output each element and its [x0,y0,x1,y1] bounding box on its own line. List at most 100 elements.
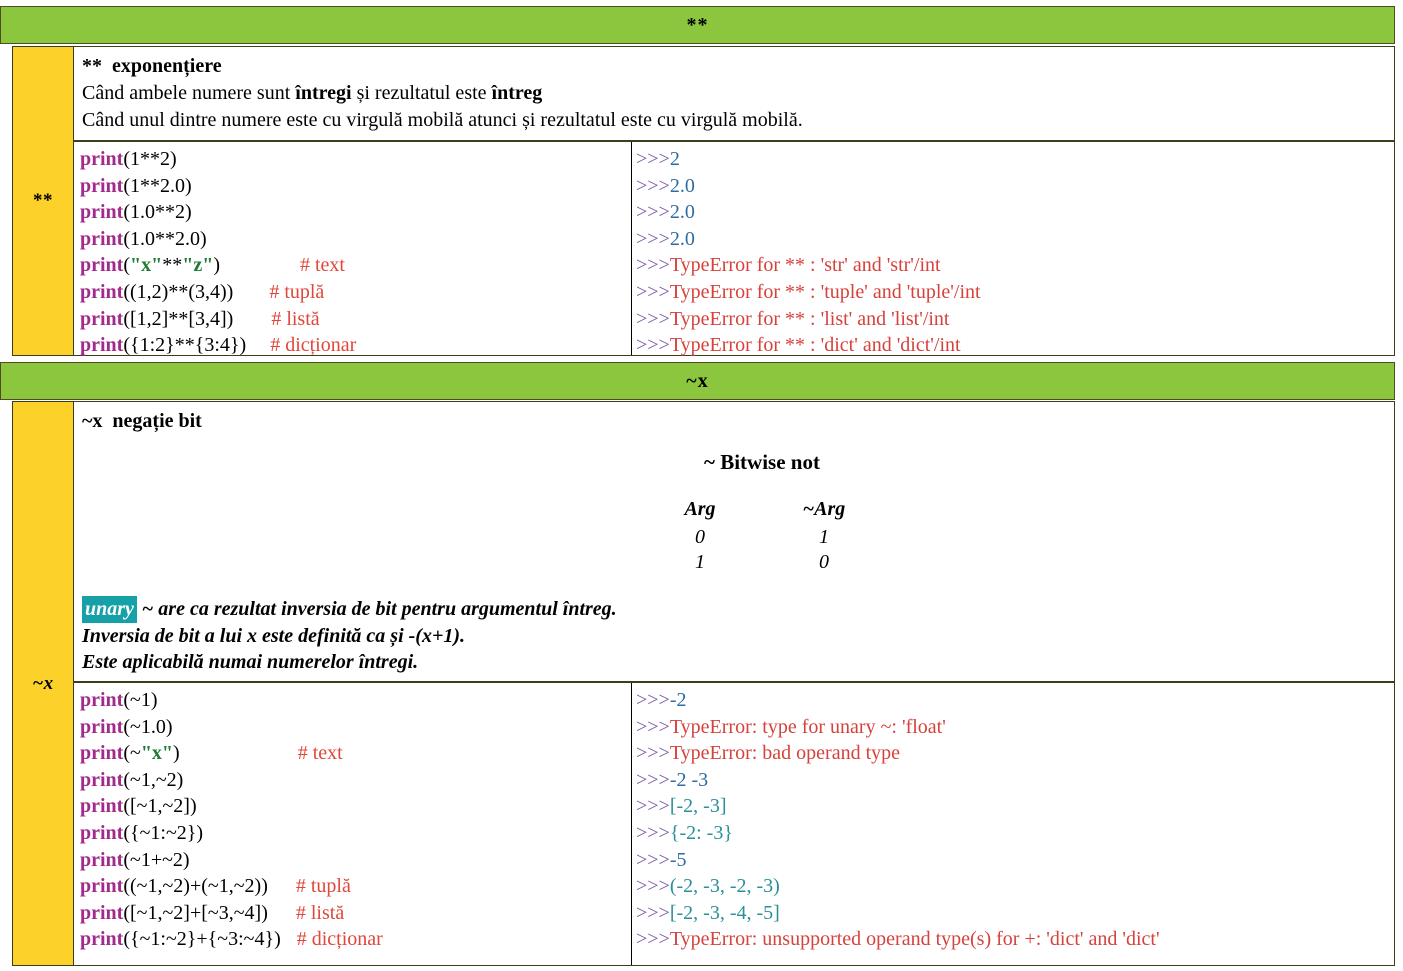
output-value: -2 -3 [669,768,709,791]
output-value: TypeError for ** : 'str' and 'str'/int [669,254,941,277]
truth-table-wrap: ~ Bitwise not Arg ~Arg 0 1 1 0 [74,450,1394,575]
output-line: >>>TypeError for ** : 'str' and 'str'/in… [636,252,1394,279]
code-line: print({~1:~2}+{~3:~4}) # dicționar [80,928,383,951]
prompt: >>> [636,148,670,170]
code-output-table-bitwise-not: print(~1) print(~1.0) print(~"x") # text … [73,682,1395,966]
output-value: 2.0 [669,201,695,224]
description-text-exponent: ** exponențiere Când ambele numere sunt … [74,47,1394,137]
code-line: print(~1+~2) [80,848,190,871]
output-value: TypeError: unsupported operand type(s) f… [669,928,1160,951]
output-line: >>>TypeError: bad operand type [636,740,1394,767]
output-value: TypeError for ** : 'list' and 'list'/int [669,307,950,330]
note-text: ~ are ca rezultat inversia de bit pentru… [141,598,617,621]
output-line: >>>-2 -3 [636,767,1394,794]
output-line: >>>-2 [636,687,1394,714]
prompt: >>> [636,280,670,303]
code-line: print(~1) [80,689,158,711]
output-line: >>>[-2, -3] [636,793,1394,820]
output-value: TypeError: bad operand type [669,742,901,765]
output-column-exponent: >>>2 >>>2.0 >>>2.0 >>>2.0 >>>TypeError f… [632,142,1394,356]
code-line: print(1.0**2.0) [80,227,207,250]
output-line: >>>-5 [636,847,1394,874]
code-comment: # listă [295,901,345,924]
output-line: >>>{-2: -3} [636,820,1394,847]
code-line: print(~1,~2) [80,768,184,791]
output-line: >>>2.0 [636,226,1394,253]
prompt: >>> [636,307,670,330]
prompt: >>> [636,334,670,357]
table-header-not-arg: ~Arg [802,498,846,520]
output-value: [-2, -3] [669,795,727,818]
table-row: 0 1 [638,525,886,550]
operator-rail-label: ~x [32,672,54,694]
output-value: TypeError: type for unary ~: 'float' [669,715,946,738]
code-comment: # tuplă [269,280,325,303]
output-line: >>>2 [636,146,1394,173]
operator-rail-bitwise-not: ~x [12,401,74,966]
section-band-label: ** [686,14,709,36]
truth-table-title: ~ Bitwise not [704,450,820,474]
operator-rail-label: ** [33,190,53,211]
code-line: print(~1.0) [80,715,173,738]
prompt: >>> [636,768,670,791]
output-line: >>>TypeError for ** : 'dict' and 'dict'/… [636,332,1394,359]
output-value: {-2: -3} [669,821,733,844]
output-value: -2 [669,689,687,711]
operator-symbol: ** [82,55,102,77]
prompt: >>> [636,928,670,951]
code-line: print([1,2]**[3,4]) # listă [80,307,320,330]
output-line: >>>TypeError for ** : 'list' and 'list'/… [636,306,1394,333]
code-line: print(1.0**2) [80,201,192,224]
operator-name: negație bit [112,410,202,432]
prompt: >>> [636,901,670,924]
output-column-bitwise-not: >>>-2 >>>TypeError: type for unary ~: 'f… [632,683,1394,965]
prompt: >>> [636,689,670,711]
table-row: 1 0 [638,550,886,575]
output-line: >>>2.0 [636,199,1394,226]
prompt: >>> [636,795,670,818]
note-line-2: Inversia de bit a lui x este definită ca… [82,624,466,647]
operator-title-exponent: ** exponențiere [82,53,1386,79]
code-line: print([~1,~2]+[~3,~4]) # listă [80,901,345,924]
code-comment: # text [300,254,345,277]
description-panel-exponent: ** exponențiere Când ambele numere sunt … [73,46,1395,141]
note-line-3: Este aplicabilă numai numerelor întregi. [82,651,419,674]
output-line: >>>TypeError: type for unary ~: 'float' [636,714,1394,741]
table-header-row: Arg ~Arg [638,497,886,525]
output-value: 2.0 [669,174,695,197]
output-value: [-2, -3, -4, -5] [669,901,780,924]
operator-symbol: ~x [82,410,103,432]
code-line: print("x"**"z") # text [80,254,345,277]
section-band-label: ~x [686,370,709,392]
code-line: print({1:2}**{3:4}) # dicționar [80,334,357,357]
code-column-bitwise-not: print(~1) print(~1.0) print(~"x") # text … [74,683,632,965]
operator-title-bitwise-not: ~x negație bit [82,408,1386,434]
output-line: >>>2.0 [636,173,1394,200]
code-line: print([~1,~2]) [80,795,197,818]
cheatsheet-page: ** ** ** exponențiere Când ambele numere… [0,0,1403,971]
description-text-bitwise-not: ~x negație bit [74,402,1394,439]
description-line-2: Când unul dintre numere este cu virgulă … [82,108,803,131]
code-line: print({~1:~2}) [80,821,204,844]
output-line: >>>[-2, -3, -4, -5] [636,900,1394,927]
code-comment: # tuplă [295,875,351,898]
table-cell: 0 [695,526,705,548]
code-line: print((~1,~2)+(~1,~2)) # tuplă [80,875,351,898]
description-line-1: Când ambele numere sunt întregi și rezul… [82,82,543,105]
prompt: >>> [636,715,670,738]
output-value: (-2, -3, -2, -3) [669,875,780,898]
output-value: -5 [669,848,687,871]
code-line: print(~"x") # text [80,742,343,765]
code-output-table-exponent: print(1**2) print(1**2.0) print(1.0**2) … [73,141,1395,356]
output-value: 2 [669,148,680,170]
code-comment: # text [297,742,343,765]
table-cell: 0 [819,551,829,573]
prompt: >>> [636,742,670,765]
unary-badge: unary [82,596,137,623]
code-comment: # listă [271,307,320,330]
code-column-exponent: print(1**2) print(1**2.0) print(1.0**2) … [74,142,632,356]
code-line: print((1,2)**(3,4)) # tuplă [80,280,325,303]
prompt: >>> [636,848,670,871]
code-comment: # dicționar [270,334,357,357]
section-band-bitwise-not: ~x [0,362,1395,400]
